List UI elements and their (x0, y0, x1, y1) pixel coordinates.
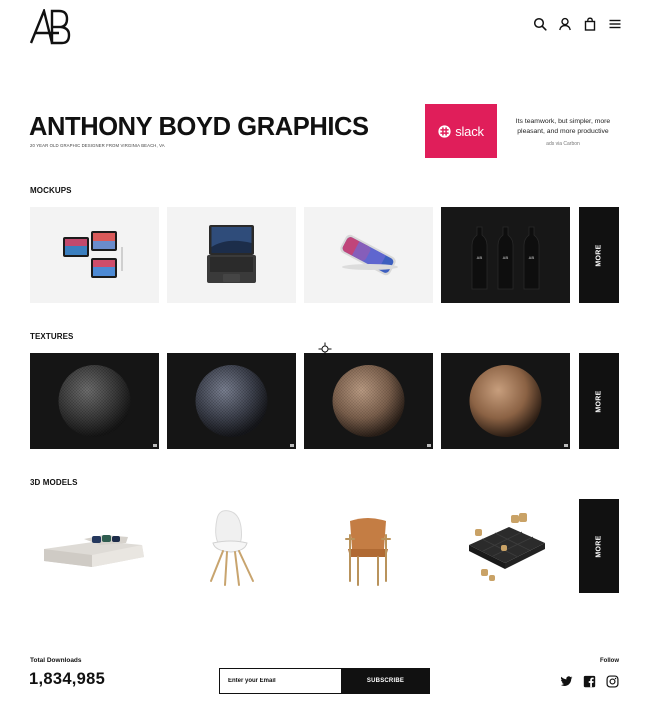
search-icon[interactable] (533, 17, 547, 31)
site-subtitle: 20 YEAR OLD GRAPHIC DESIGNER FROM VIRGIN… (30, 143, 165, 148)
more-3d-models-button[interactable]: MORE (579, 499, 619, 593)
social-links (560, 675, 619, 688)
email-field[interactable] (219, 668, 341, 694)
more-mockups-button[interactable]: MORE (579, 207, 619, 303)
move-cursor-icon (318, 342, 332, 356)
board-game-model-image (469, 513, 545, 581)
twitter-icon[interactable] (560, 675, 573, 688)
iphone-x-mockup-image (340, 234, 398, 276)
sofa-model[interactable] (30, 499, 159, 595)
more-mockups-label: MORE (595, 243, 603, 267)
ipad-mockup-image (63, 231, 123, 278)
user-icon[interactable] (558, 17, 572, 31)
more-3d-models-label: MORE (595, 534, 603, 558)
hamburger-menu-icon[interactable] (608, 17, 622, 31)
section-title-mockups: MOCKUPS (30, 186, 72, 195)
white-chair-model-image (210, 510, 254, 586)
dark-fabric-sphere[interactable] (167, 353, 296, 449)
wood-sphere[interactable] (304, 353, 433, 449)
leather-sphere[interactable] (441, 353, 570, 449)
bottle-mockup-image: AB AB AB (471, 226, 540, 290)
shopping-bag-icon[interactable] (583, 17, 597, 31)
ipad-mockup[interactable] (30, 207, 159, 303)
more-textures-label: MORE (595, 389, 603, 413)
leather-sphere-image (469, 365, 568, 447)
leather-chair-model-image (345, 518, 391, 586)
ab-monogram-logo[interactable] (29, 9, 71, 45)
sofa-model-image (44, 535, 144, 567)
instagram-icon[interactable] (606, 675, 619, 688)
downloads-label: Total Downloads (30, 657, 82, 664)
leather-chair-model[interactable] (304, 499, 433, 595)
macbook-mockup-image (207, 225, 256, 283)
more-textures-button[interactable]: MORE (579, 353, 619, 449)
follow-label: Follow (600, 658, 619, 664)
wood-sphere-image (332, 365, 431, 447)
svg-text:AB: AB (529, 255, 535, 260)
svg-text:AB: AB (477, 255, 483, 260)
ad-brand-word: slack (455, 123, 484, 139)
board-game-model[interactable] (441, 499, 570, 595)
header-nav (533, 17, 622, 31)
dark-mesh-sphere-image (58, 365, 157, 447)
dark-fabric-sphere-image (195, 365, 294, 447)
section-title-3d-models: 3D MODELS (30, 478, 78, 487)
facebook-icon[interactable] (583, 675, 596, 688)
slack-logo-icon (438, 124, 451, 138)
white-chair-model[interactable] (167, 499, 296, 595)
iphone-x-mockup[interactable] (304, 207, 433, 303)
ad-via-link[interactable]: ads via Carbon (508, 141, 618, 147)
site-title: ANTHONY BOYD GRAPHICS (29, 113, 369, 141)
bottle-mockup[interactable]: AB AB AB (441, 207, 570, 303)
ad-slack-banner[interactable]: slack (425, 104, 497, 158)
downloads-count: 1,834,985 (29, 670, 106, 688)
macbook-mockup[interactable] (167, 207, 296, 303)
section-title-textures: TEXTURES (30, 332, 74, 341)
ad-text[interactable]: Its teamwork, but simpler, more pleasant… (508, 117, 618, 137)
dark-mesh-sphere[interactable] (30, 353, 159, 449)
svg-text:AB: AB (503, 255, 509, 260)
subscribe-button[interactable]: SUBSCRIBE (341, 668, 430, 694)
